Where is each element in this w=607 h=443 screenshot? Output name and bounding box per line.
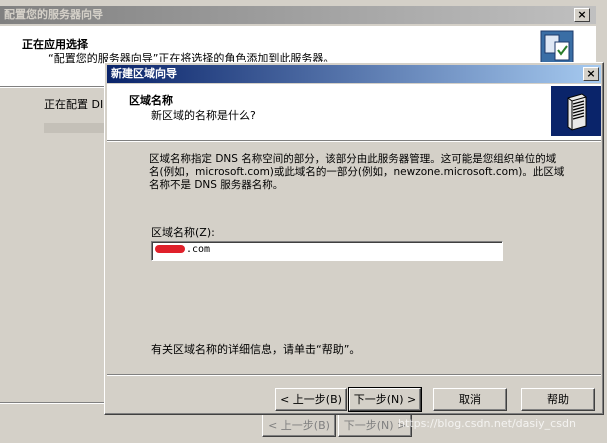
zone-name-description: 区域名称指定 DNS 名称空间的部分，该部分由此服务器管理。这可能是您组织单位的… [149, 153, 565, 191]
new-zone-wizard-footer-separator [107, 374, 601, 376]
cancel-button[interactable]: 取消 [433, 388, 507, 411]
back-button[interactable]: < 上一步(B) [275, 388, 347, 411]
new-zone-wizard-header: 区域名称 新区域的名称是什么? [107, 84, 601, 140]
configure-wizard-back-button[interactable]: < 上一步(B) [262, 414, 336, 437]
new-zone-wizard-title: 新建区域向导 [111, 67, 177, 80]
zone-name-step-title: 区域名称 [129, 94, 173, 107]
new-zone-wizard-dialog: 新建区域向导 × 区域名称 新区域的名称是什么? 区域名称指定 DNS 名称空间… [104, 62, 604, 415]
watermark-text: https://blog.csdn.net/dasiy_csdn [398, 417, 576, 430]
zone-name-step-subtitle: 新区域的名称是什么? [151, 109, 256, 122]
new-zone-wizard-close-button[interactable]: × [583, 67, 599, 81]
configure-wizard-titlebar[interactable]: 配置您的服务器向导 [0, 6, 596, 24]
next-button[interactable]: 下一步(N) > [348, 387, 422, 412]
configure-wizard-progress-bar [44, 123, 104, 133]
zone-name-input[interactable]: .com [151, 241, 503, 261]
server-icon [551, 86, 601, 136]
zone-name-label: 区域名称(Z): [151, 226, 215, 239]
configure-wizard-icon [540, 30, 574, 64]
new-zone-wizard-header-separator [107, 140, 601, 142]
zone-name-help-hint: 有关区域名称的详细信息，请单击“帮助”。 [151, 343, 361, 356]
new-zone-wizard-titlebar[interactable]: 新建区域向导 [107, 65, 601, 83]
zone-name-value: .com [186, 244, 211, 255]
configure-wizard-close-button[interactable]: × [574, 8, 590, 22]
help-button[interactable]: 帮助 [521, 388, 595, 411]
configure-wizard-status-text: 正在配置 DI [44, 98, 104, 111]
zone-name-redaction [155, 245, 185, 253]
configure-wizard-title: 配置您的服务器向导 [4, 8, 103, 21]
